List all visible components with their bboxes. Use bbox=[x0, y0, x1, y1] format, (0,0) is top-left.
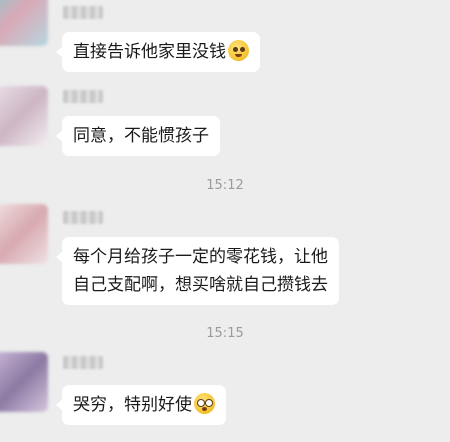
sender-name-blurred bbox=[63, 356, 103, 369]
timestamp: 15:12 bbox=[206, 178, 244, 193]
flushed-face-icon bbox=[194, 393, 215, 414]
message-bubble[interactable]: 哭穷，特别好使 bbox=[56, 385, 226, 425]
sender-name-blurred bbox=[63, 6, 103, 19]
sender-avatar[interactable] bbox=[0, 86, 48, 146]
sender-name-blurred bbox=[63, 90, 103, 103]
timestamp: 15:15 bbox=[206, 326, 244, 341]
message-text-line: 自己支配啊，想买啥就自己攒钱去 bbox=[73, 275, 328, 295]
message-bubble[interactable]: 直接告诉他家里没钱 bbox=[56, 32, 260, 72]
sender-avatar[interactable] bbox=[0, 0, 48, 46]
message-text: 直接告诉他家里没钱 bbox=[73, 42, 226, 62]
message-bubble[interactable]: 每个月给孩子一定的零花钱，让他 自己支配啊，想买啥就自己攒钱去 bbox=[56, 237, 339, 305]
message-text: 哭穷，特别好使 bbox=[73, 395, 192, 415]
message-text: 同意，不能惯孩子 bbox=[73, 126, 209, 146]
chat-screen: { "messages": [ { "text": "直接告诉他家里没钱", "… bbox=[0, 0, 450, 442]
message-text-line: 每个月给孩子一定的零花钱，让他 bbox=[73, 247, 328, 267]
message-bubble[interactable]: 同意，不能惯孩子 bbox=[56, 116, 220, 156]
sender-avatar[interactable] bbox=[0, 204, 48, 264]
thinking-face-icon bbox=[228, 40, 249, 61]
sender-avatar[interactable] bbox=[0, 352, 48, 412]
sender-name-blurred bbox=[63, 211, 103, 224]
